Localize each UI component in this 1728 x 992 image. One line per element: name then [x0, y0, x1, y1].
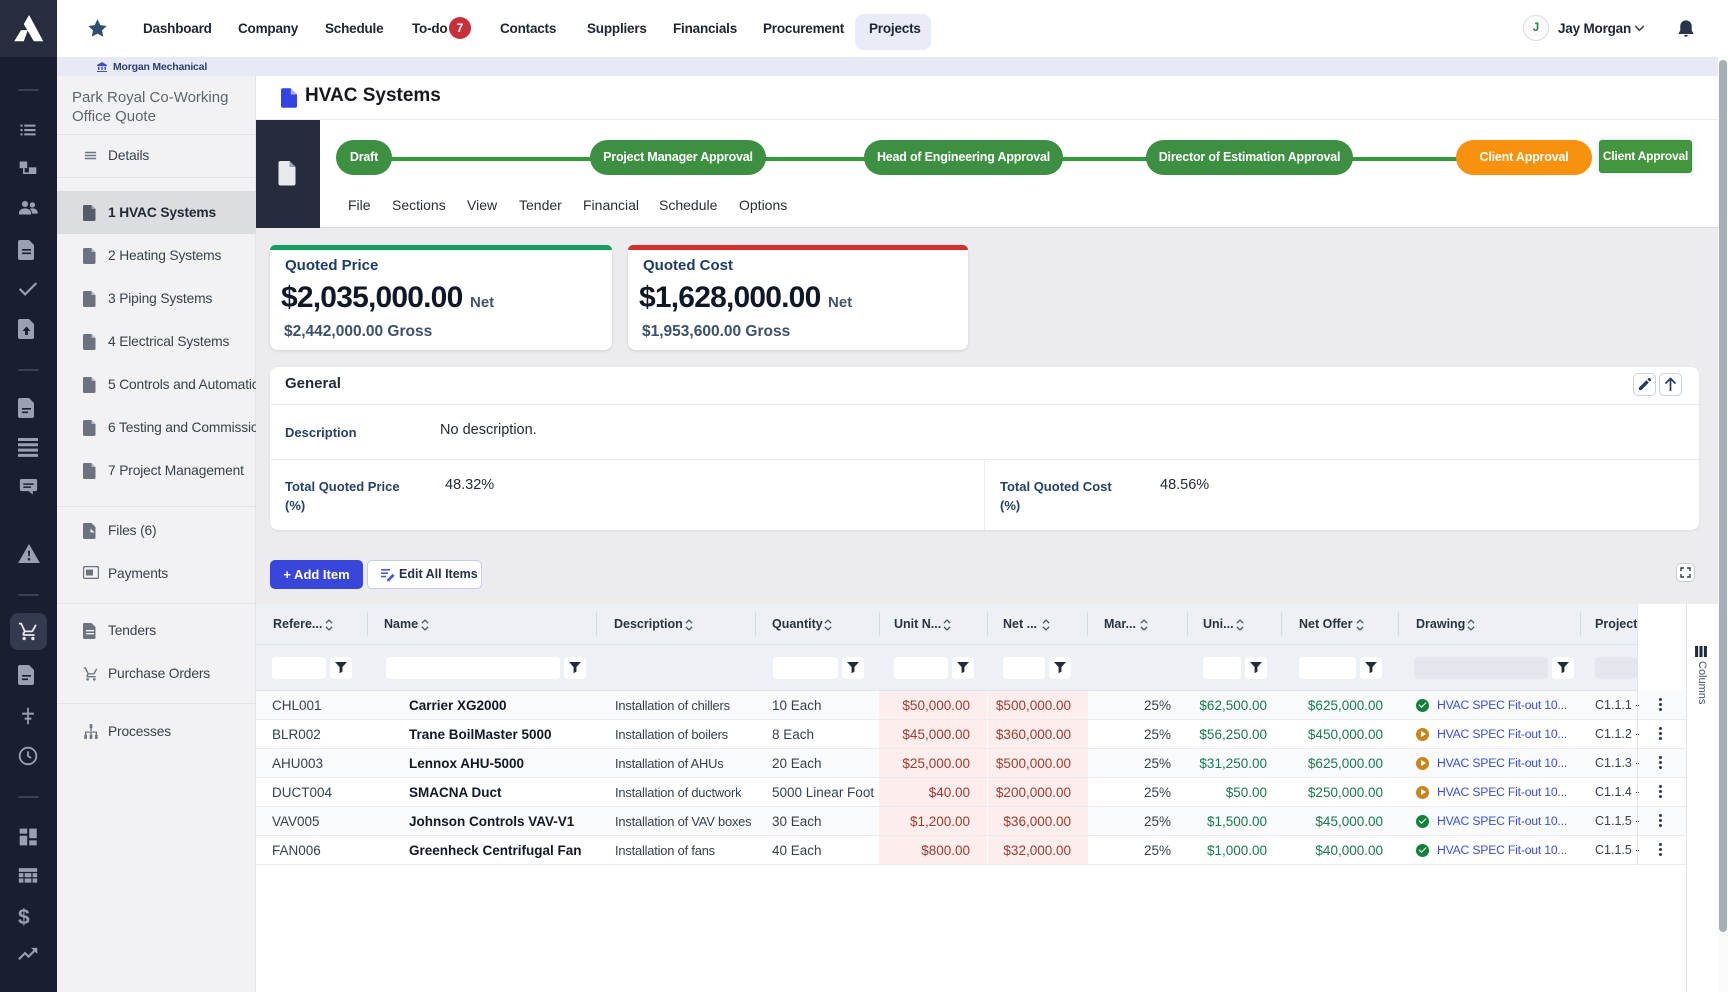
svg-text:$: $: [18, 906, 30, 929]
